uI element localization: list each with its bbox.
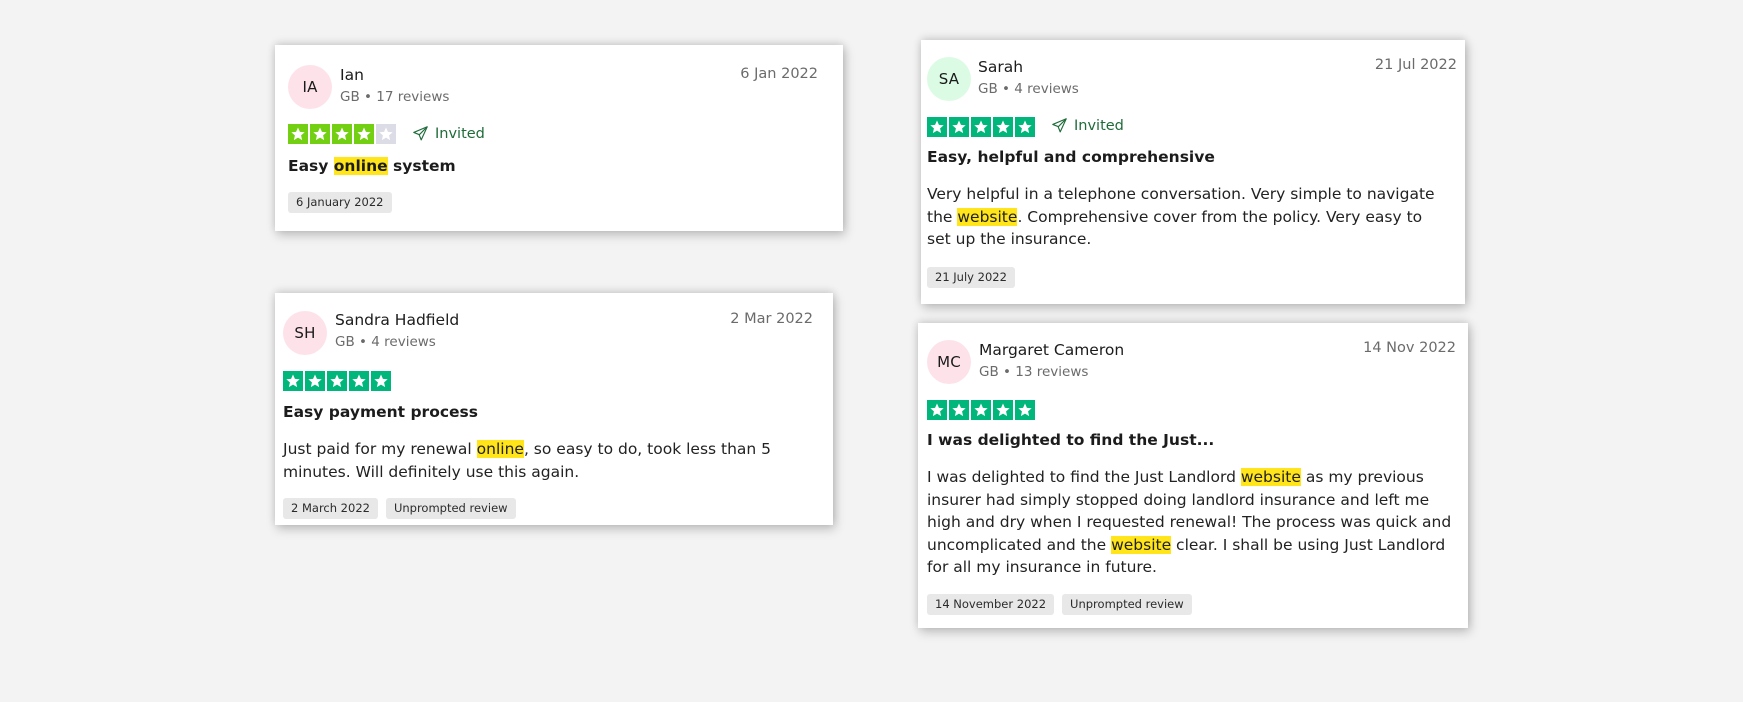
invited-label: Invited [1074, 117, 1124, 134]
search-highlight: online [476, 440, 524, 458]
review-body: I was delighted to find the Just Landlor… [927, 466, 1461, 579]
star-rating [927, 117, 1035, 137]
reviewer-meta: GB • 4 reviews [978, 81, 1079, 97]
reviewer-name[interactable]: Sarah [978, 58, 1023, 76]
star-icon [349, 371, 369, 391]
star-icon [283, 371, 303, 391]
avatar: SA [927, 57, 971, 101]
star-icon [971, 400, 991, 420]
review-title[interactable]: I was delighted to find the Just... [927, 431, 1214, 449]
star-icon [332, 124, 352, 144]
review-date: 6 Jan 2022 [740, 66, 818, 82]
invited-badge: Invited [1051, 117, 1124, 134]
star-icon [949, 400, 969, 420]
send-icon [412, 125, 429, 142]
avatar: IA [288, 65, 332, 109]
review-card: IA Ian GB • 17 reviews 6 Jan 2022 Invite… [275, 45, 843, 231]
review-date: 14 Nov 2022 [1363, 340, 1456, 356]
star-rating [927, 400, 1035, 420]
body-text: Just paid for my renewal [283, 440, 477, 458]
star-icon [1015, 117, 1035, 137]
star-icon [927, 400, 947, 420]
review-date: 21 Jul 2022 [1374, 57, 1457, 73]
review-chips: 14 November 2022 Unprompted review [927, 594, 1192, 615]
reviewer-name[interactable]: Margaret Cameron [979, 341, 1124, 359]
reviewer-name[interactable]: Ian [340, 66, 364, 84]
review-title[interactable]: Easy payment process [283, 403, 478, 421]
reviewer-meta: GB • 4 reviews [335, 334, 436, 350]
star-icon [927, 117, 947, 137]
star-icon [949, 117, 969, 137]
experience-date-chip: 6 January 2022 [288, 192, 392, 213]
review-body: Very helpful in a telephone conversation… [927, 183, 1447, 251]
search-highlight: online [333, 157, 388, 175]
star-icon [971, 117, 991, 137]
review-card: MC Margaret Cameron GB • 13 reviews 14 N… [918, 323, 1468, 628]
review-card: SA Sarah GB • 4 reviews 21 Jul 2022 Invi… [921, 40, 1465, 304]
review-chips: 2 March 2022 Unprompted review [283, 498, 516, 519]
avatar: MC [927, 340, 971, 384]
star-rating [283, 371, 391, 391]
review-date: 2 Mar 2022 [730, 311, 813, 327]
star-icon [993, 400, 1013, 420]
avatar: SH [283, 311, 327, 355]
title-text: Easy [288, 157, 334, 175]
star-rating [288, 124, 396, 144]
review-card: SH Sandra Hadfield GB • 4 reviews 2 Mar … [275, 293, 833, 525]
star-icon [327, 371, 347, 391]
star-icon [288, 124, 308, 144]
unprompted-review-chip: Unprompted review [385, 498, 516, 519]
review-title[interactable]: Easy, helpful and comprehensive [927, 148, 1215, 166]
body-text: I was delighted to find the Just Landlor… [927, 468, 1241, 486]
unprompted-review-chip: Unprompted review [1062, 594, 1192, 615]
star-icon [1015, 400, 1035, 420]
star-icon [376, 124, 396, 144]
search-highlight: website [1240, 468, 1301, 486]
star-icon [993, 117, 1013, 137]
reviewer-meta: GB • 17 reviews [340, 89, 450, 105]
invited-badge: Invited [412, 125, 485, 142]
invited-label: Invited [435, 125, 485, 142]
search-highlight: website [957, 207, 1018, 226]
review-chips: 6 January 2022 [288, 192, 392, 213]
star-icon [305, 371, 325, 391]
experience-date-chip: 14 November 2022 [927, 594, 1055, 615]
experience-date-chip: 21 July 2022 [927, 267, 1015, 288]
review-body: Just paid for my renewal online, so easy… [283, 438, 823, 483]
review-chips: 21 July 2022 [927, 267, 1015, 288]
reviewer-name[interactable]: Sandra Hadfield [335, 311, 459, 329]
star-icon [310, 124, 330, 144]
star-icon [354, 124, 374, 144]
experience-date-chip: 2 March 2022 [283, 498, 378, 519]
send-icon [1051, 117, 1068, 134]
search-highlight: website [1111, 535, 1172, 554]
star-icon [371, 371, 391, 391]
review-title[interactable]: Easy online system [288, 157, 456, 175]
reviewer-meta: GB • 13 reviews [979, 364, 1089, 380]
title-text: system [387, 157, 456, 175]
